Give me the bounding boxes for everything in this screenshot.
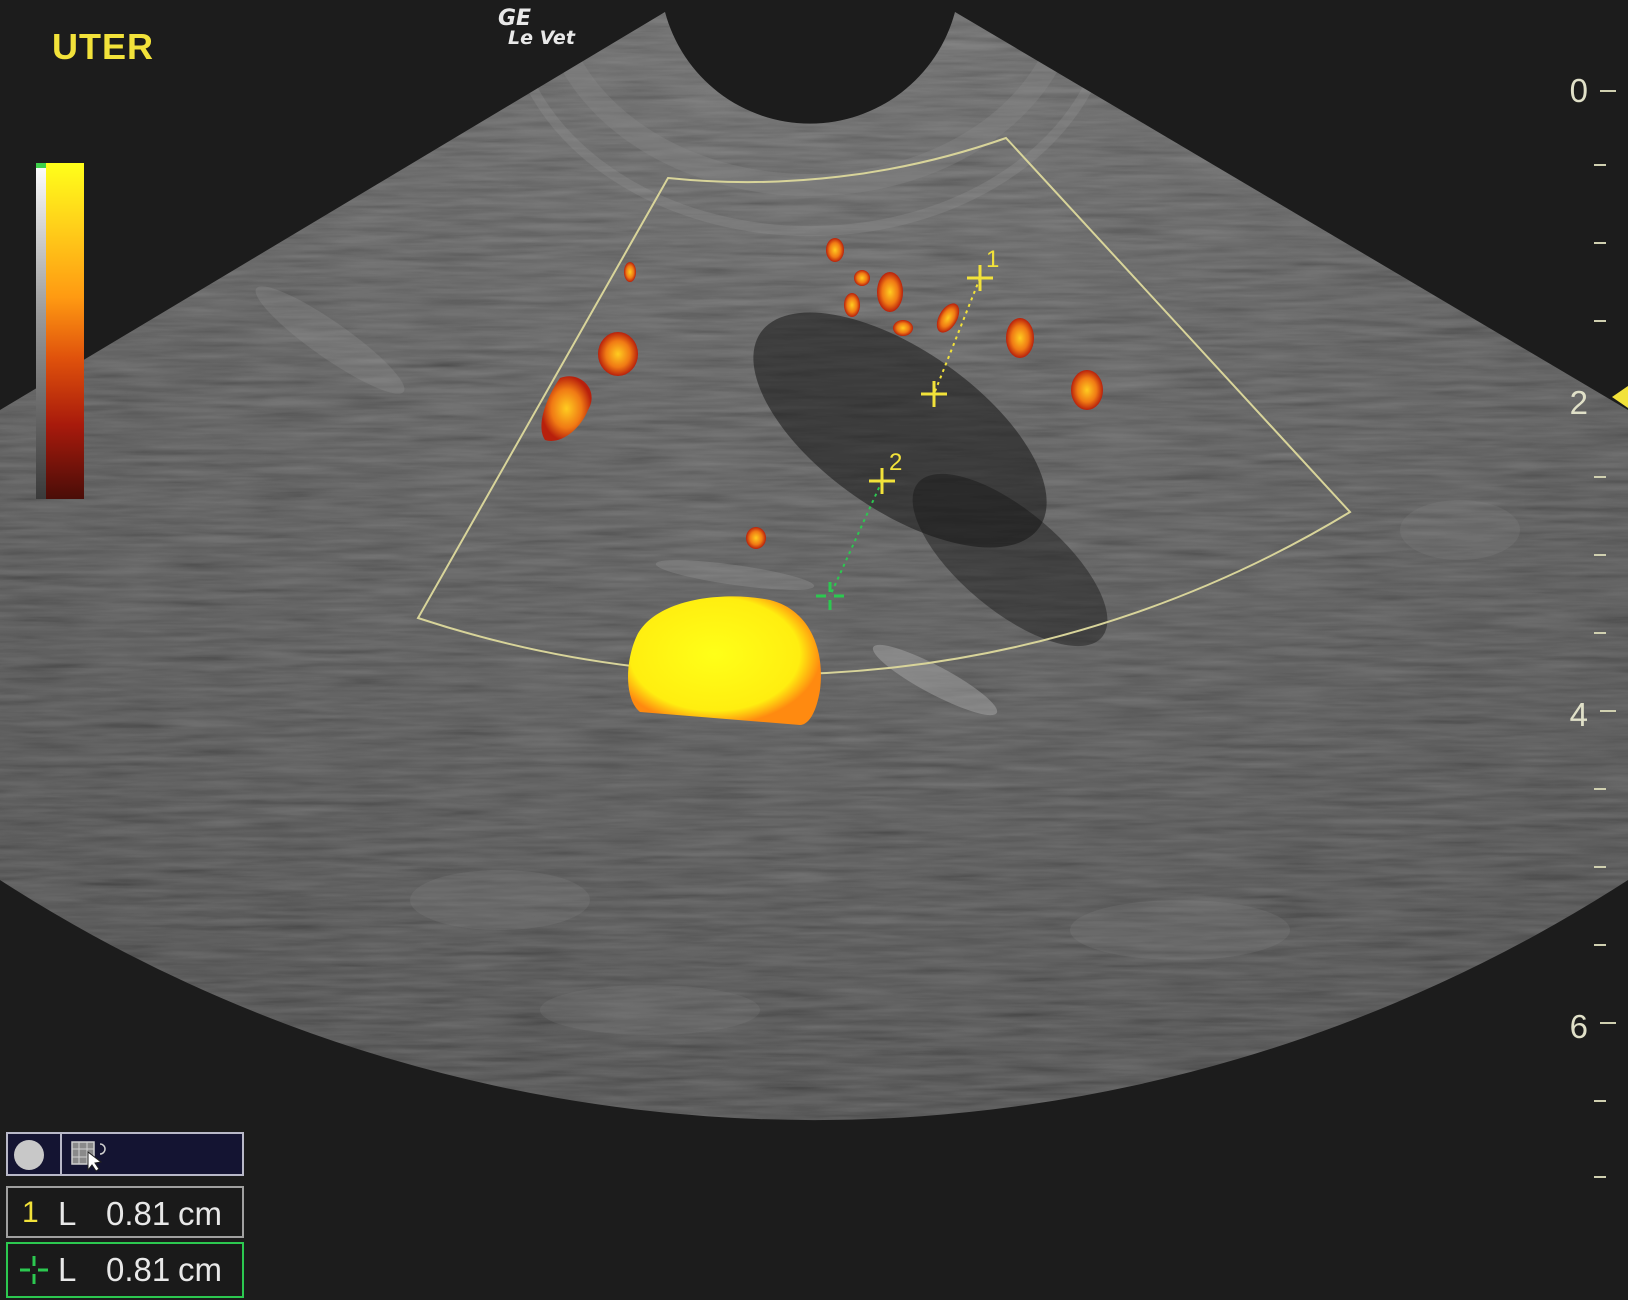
- focus-marker-icon[interactable]: [1612, 386, 1628, 408]
- active-caliper-cross-icon: [20, 1256, 48, 1284]
- caliper-1-number: 1: [986, 246, 1000, 273]
- measurement-result-1[interactable]: 1 L 0.81 cm: [6, 1186, 244, 1238]
- logo-line-2: Le Vet: [508, 27, 575, 49]
- depth-tick: [1600, 90, 1616, 92]
- preset-label: UTER: [52, 26, 154, 67]
- ultrasound-image: [0, 12, 1628, 1121]
- grayscale-reference: [36, 163, 46, 499]
- depth-tick: [1594, 788, 1606, 790]
- depth-tick: [1594, 866, 1606, 868]
- manufacturer-logo: GE Le Vet: [494, 8, 594, 54]
- depth-tick: [1594, 1176, 1606, 1178]
- grid-cursor-icon[interactable]: [70, 1138, 110, 1172]
- depth-tick: [1594, 944, 1606, 946]
- measurement-index: 1: [22, 1196, 39, 1229]
- depth-tick: [1594, 164, 1606, 166]
- color-map-bar: [36, 163, 84, 499]
- measurement-toolbar: [6, 1132, 244, 1176]
- power-doppler-color-map: [46, 163, 84, 499]
- depth-tick: [1594, 242, 1606, 244]
- depth-tick: [1594, 1100, 1606, 1102]
- depth-scale: 0 2 4 6: [1538, 0, 1628, 1300]
- color-map-baseline-marker: [36, 163, 46, 168]
- depth-tick: [1600, 710, 1616, 712]
- measurement-unit: cm: [178, 1195, 222, 1232]
- measurement-value: 0.81: [106, 1195, 171, 1232]
- circle-icon[interactable]: [14, 1140, 44, 1170]
- measurement-result-2-active[interactable]: L 0.81 cm: [6, 1242, 244, 1298]
- depth-tick: [1600, 1022, 1616, 1024]
- measurement-type: L: [58, 1251, 77, 1288]
- ultrasound-screen: 1 2 UTER GE Le Vet 0 2 4 6 1 L 0.81 cm L…: [0, 0, 1628, 1300]
- measurement-value: 0.81: [106, 1251, 171, 1288]
- measurement-type: L: [58, 1195, 77, 1232]
- caliper-2-number: 2: [889, 449, 903, 476]
- depth-label-0: 0: [1569, 72, 1588, 109]
- depth-tick: [1594, 554, 1606, 556]
- toolbar-divider: [60, 1134, 62, 1174]
- large-vessel-flow: [628, 596, 821, 725]
- depth-label-2: 2: [1569, 384, 1588, 421]
- depth-label-6: 6: [1569, 1008, 1588, 1045]
- measurement-unit: cm: [178, 1251, 222, 1288]
- depth-tick: [1594, 320, 1606, 322]
- depth-tick: [1594, 476, 1606, 478]
- depth-label-4: 4: [1569, 696, 1588, 733]
- depth-tick: [1594, 632, 1606, 634]
